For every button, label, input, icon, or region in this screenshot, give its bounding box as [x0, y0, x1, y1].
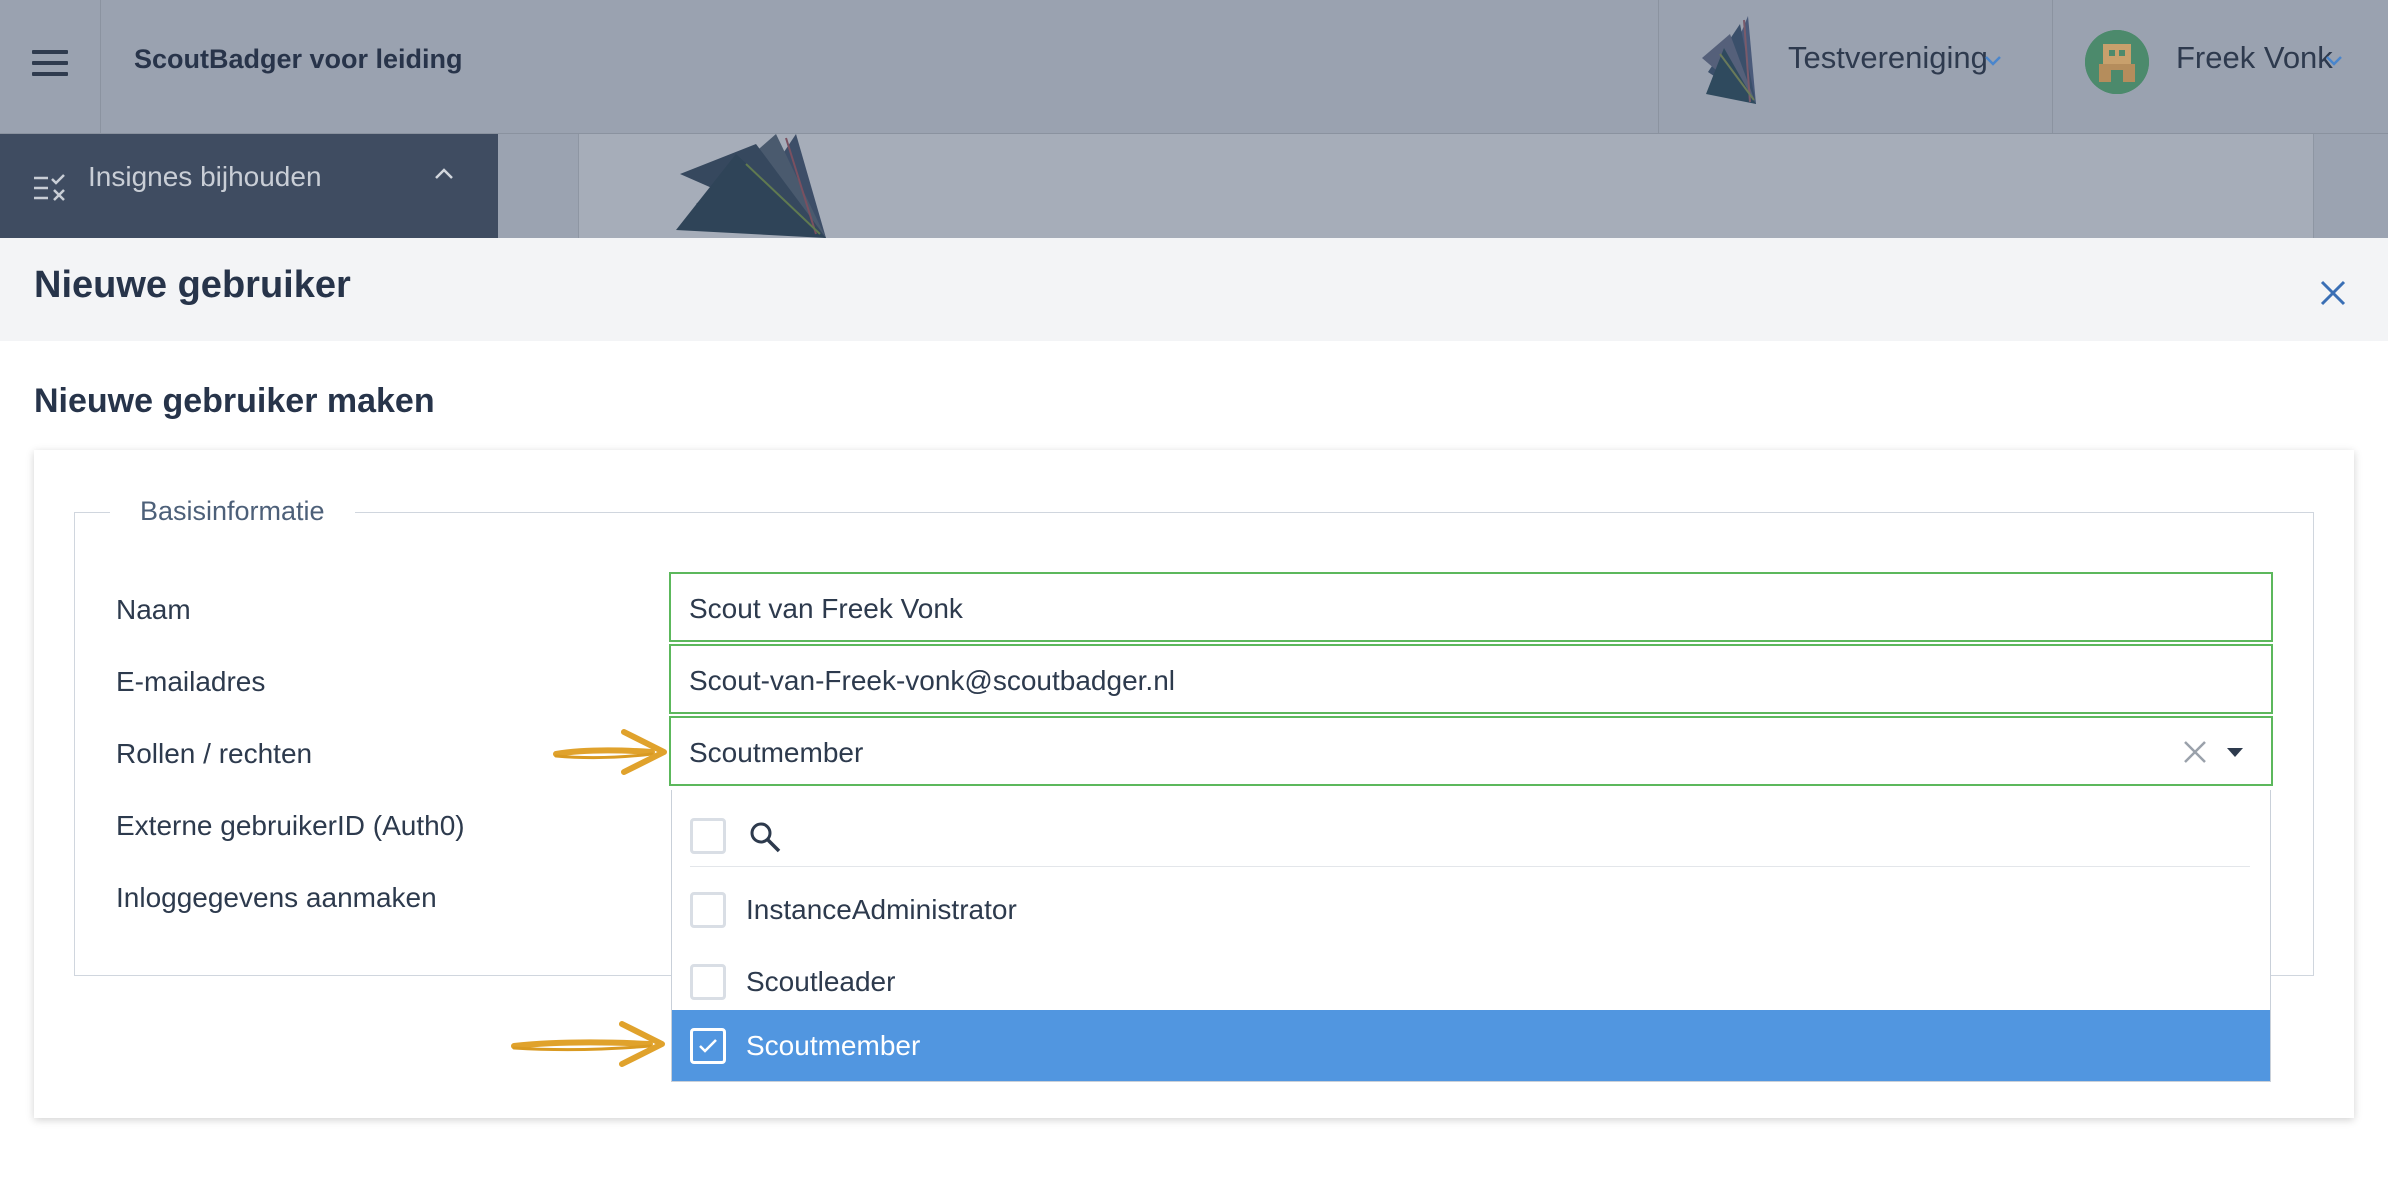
- option-checkbox[interactable]: [690, 892, 726, 928]
- chevron-down-icon[interactable]: [2326, 56, 2342, 66]
- organization-logo-icon: [676, 134, 826, 238]
- annotation-arrow-icon: [553, 729, 667, 775]
- app-title: ScoutBadger voor leiding: [134, 44, 463, 74]
- caret-down-icon[interactable]: [2227, 748, 2243, 757]
- role-option-scoutmember[interactable]: Scoutmember: [672, 1010, 2270, 1081]
- organization-logo-icon: [1702, 16, 1756, 104]
- organization-switcher[interactable]: Testvereniging: [1788, 40, 1988, 76]
- section-title: Nieuwe gebruiker maken: [34, 382, 435, 420]
- option-checkbox[interactable]: [690, 964, 726, 1000]
- option-checkbox-checked[interactable]: [690, 1028, 726, 1064]
- sidebar-item-label: Insignes bijhouden: [88, 161, 322, 192]
- chevron-down-icon[interactable]: [1985, 56, 2001, 66]
- sidebar-item-insignes-bijhouden[interactable]: Insignes bijhouden: [0, 134, 498, 238]
- topbar-divider: [100, 0, 101, 133]
- modal-title: Nieuwe gebruiker: [34, 264, 351, 306]
- content-card: [578, 134, 2314, 238]
- annotation-arrow-icon: [511, 1021, 665, 1067]
- checklist-icon: [34, 174, 65, 201]
- option-label: Scoutleader: [746, 966, 896, 997]
- name-input[interactable]: Scout van Freek Vonk: [669, 572, 2273, 642]
- roles-label: Rollen / rechten: [116, 738, 313, 769]
- roles-value: Scoutmember: [689, 737, 864, 768]
- dropdown-search[interactable]: [690, 808, 2250, 867]
- name-value: Scout van Freek Vonk: [689, 593, 963, 624]
- search-icon: [750, 822, 781, 853]
- top-bar: ScoutBadger voor leiding Testvereniging …: [0, 0, 2388, 134]
- roles-select[interactable]: Scoutmember: [669, 716, 2273, 786]
- create-login-label: Inloggegevens aanmaken: [116, 882, 437, 913]
- external-id-label: Externe gebruikerID (Auth0): [116, 810, 465, 841]
- role-option-instanceadministrator[interactable]: InstanceAdministrator: [672, 874, 2270, 945]
- email-value: Scout-van-Freek-vonk@scoutbadger.nl: [689, 665, 1175, 696]
- select-all-checkbox[interactable]: [690, 818, 726, 854]
- email-label: E-mailadres: [116, 666, 266, 697]
- check-icon: [699, 1039, 717, 1053]
- user-menu[interactable]: Freek Vonk: [2176, 40, 2333, 76]
- close-icon[interactable]: [2316, 276, 2350, 310]
- roles-dropdown: InstanceAdministrator Scoutleader Scoutm…: [671, 790, 2271, 1082]
- topbar-divider: [1658, 0, 1659, 133]
- fieldset-legend: Basisinformatie: [110, 496, 355, 527]
- name-label: Naam: [116, 594, 191, 625]
- chevron-up-icon[interactable]: [434, 168, 454, 180]
- topbar-divider: [2052, 0, 2053, 133]
- hamburger-menu-icon[interactable]: [32, 50, 68, 76]
- clear-selection-icon[interactable]: [2183, 740, 2207, 764]
- avatar[interactable]: [2085, 30, 2149, 94]
- role-option-scoutleader[interactable]: Scoutleader: [672, 946, 2270, 1017]
- modal-header: Nieuwe gebruiker: [0, 238, 2388, 341]
- option-label: Scoutmember: [746, 1030, 921, 1061]
- option-label: InstanceAdministrator: [746, 894, 1017, 925]
- email-input[interactable]: Scout-van-Freek-vonk@scoutbadger.nl: [669, 644, 2273, 714]
